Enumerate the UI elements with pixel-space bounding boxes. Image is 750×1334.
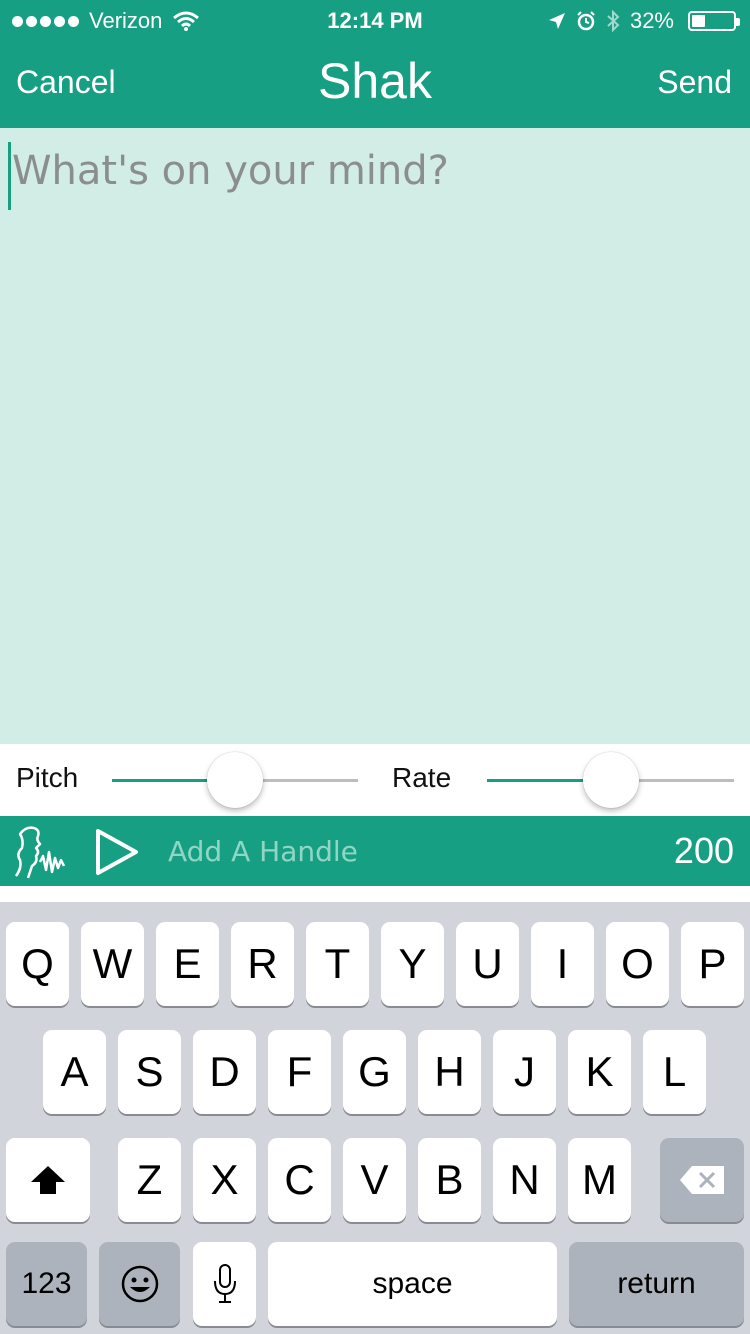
microphone-icon [213, 1264, 236, 1303]
key-d-label: D [209, 1048, 240, 1095]
key-y-label: Y [398, 940, 427, 987]
key-n-label: N [509, 1156, 540, 1203]
handle-bar: 200 [0, 816, 750, 886]
key-i-label: I [556, 940, 569, 987]
key-a[interactable]: A [43, 1030, 106, 1114]
key-a-label: A [60, 1048, 89, 1095]
character-count: 200 [673, 830, 734, 871]
key-q[interactable]: Q [6, 922, 69, 1006]
battery-percent: 32% [629, 8, 674, 33]
space-key[interactable]: space [268, 1242, 557, 1326]
pitch-slider-thumb[interactable] [207, 752, 263, 808]
handle-input[interactable] [168, 828, 548, 874]
send-button[interactable]: Send [657, 64, 732, 101]
key-n[interactable]: N [493, 1138, 556, 1222]
key-e[interactable]: E [156, 922, 219, 1006]
backspace-icon [680, 1166, 724, 1194]
key-o-label: O [621, 940, 654, 987]
key-c[interactable]: C [268, 1138, 331, 1222]
shift-arrow-icon [31, 1166, 65, 1194]
keyboard: Q W E R T Y U I O P A S D F G H J K L Z X C V B N M 123 space return [0, 886, 750, 1334]
key-s[interactable]: S [118, 1030, 181, 1114]
space-key-label: space [372, 1267, 453, 1300]
key-v-label: V [360, 1156, 389, 1203]
key-h[interactable]: H [418, 1030, 481, 1114]
rate-label: Rate [392, 762, 452, 793]
shift-key[interactable] [6, 1138, 90, 1222]
emoji-key[interactable] [99, 1242, 180, 1326]
key-g[interactable]: G [343, 1030, 406, 1114]
voice-settings: Pitch Rate [0, 744, 750, 816]
pitch-label: Pitch [16, 762, 79, 793]
play-icon[interactable] [94, 828, 140, 876]
voice-waveform-icon[interactable] [12, 822, 70, 880]
numbers-key[interactable]: 123 [6, 1242, 87, 1326]
app-header: Verizon 12:14 PM 32% Cancel Shak Send [0, 0, 750, 128]
cancel-button[interactable]: Cancel [16, 64, 116, 101]
navigation-bar: Cancel Shak Send [0, 40, 750, 128]
key-w-label: W [92, 940, 133, 987]
return-key[interactable]: return [569, 1242, 744, 1326]
key-d[interactable]: D [193, 1030, 256, 1114]
key-h-label: H [434, 1048, 465, 1095]
key-o[interactable]: O [606, 922, 669, 1006]
emoji-icon [121, 1265, 158, 1303]
key-m[interactable]: M [568, 1138, 631, 1222]
battery-icon [688, 11, 740, 31]
key-b[interactable]: B [418, 1138, 481, 1222]
text-cursor [8, 142, 11, 210]
key-b-label: B [435, 1156, 464, 1203]
return-key-label: return [617, 1267, 696, 1300]
key-m-label: M [582, 1156, 617, 1203]
key-p-label: P [698, 940, 727, 987]
compose-area [0, 128, 750, 744]
key-r-label: R [247, 940, 278, 987]
key-t-label: T [324, 940, 351, 987]
key-s-label: S [135, 1048, 164, 1095]
key-l[interactable]: L [643, 1030, 706, 1114]
key-f[interactable]: F [268, 1030, 331, 1114]
key-i[interactable]: I [531, 922, 594, 1006]
message-input[interactable] [12, 148, 732, 728]
key-q-label: Q [21, 940, 54, 987]
key-j-label: J [514, 1048, 535, 1095]
key-p[interactable]: P [681, 922, 744, 1006]
key-e-label: E [173, 940, 202, 987]
status-bar: Verizon 12:14 PM 32% [0, 0, 750, 40]
key-w[interactable]: W [81, 922, 144, 1006]
key-l-label: L [662, 1048, 687, 1095]
key-x-label: X [210, 1156, 239, 1203]
bluetooth-icon [607, 10, 620, 32]
dictation-key[interactable] [193, 1242, 256, 1326]
backspace-key[interactable] [660, 1138, 744, 1222]
key-z-label: Z [136, 1156, 163, 1203]
key-x[interactable]: X [193, 1138, 256, 1222]
key-y[interactable]: Y [381, 922, 444, 1006]
key-k[interactable]: K [568, 1030, 631, 1114]
key-k-label: K [585, 1048, 614, 1095]
keyboard-divider [0, 886, 750, 902]
key-z[interactable]: Z [118, 1138, 181, 1222]
key-c-label: C [284, 1156, 315, 1203]
key-r[interactable]: R [231, 922, 294, 1006]
key-t[interactable]: T [306, 922, 369, 1006]
key-u[interactable]: U [456, 922, 519, 1006]
key-g-label: G [358, 1048, 391, 1095]
alarm-icon [577, 11, 595, 31]
key-j[interactable]: J [493, 1030, 556, 1114]
key-u-label: U [472, 940, 503, 987]
key-v[interactable]: V [343, 1138, 406, 1222]
key-f-label: F [286, 1048, 313, 1095]
rate-slider-thumb[interactable] [582, 752, 639, 808]
numbers-key-label: 123 [21, 1267, 72, 1300]
status-right: 32% [548, 8, 740, 34]
location-arrow-icon [548, 13, 565, 29]
